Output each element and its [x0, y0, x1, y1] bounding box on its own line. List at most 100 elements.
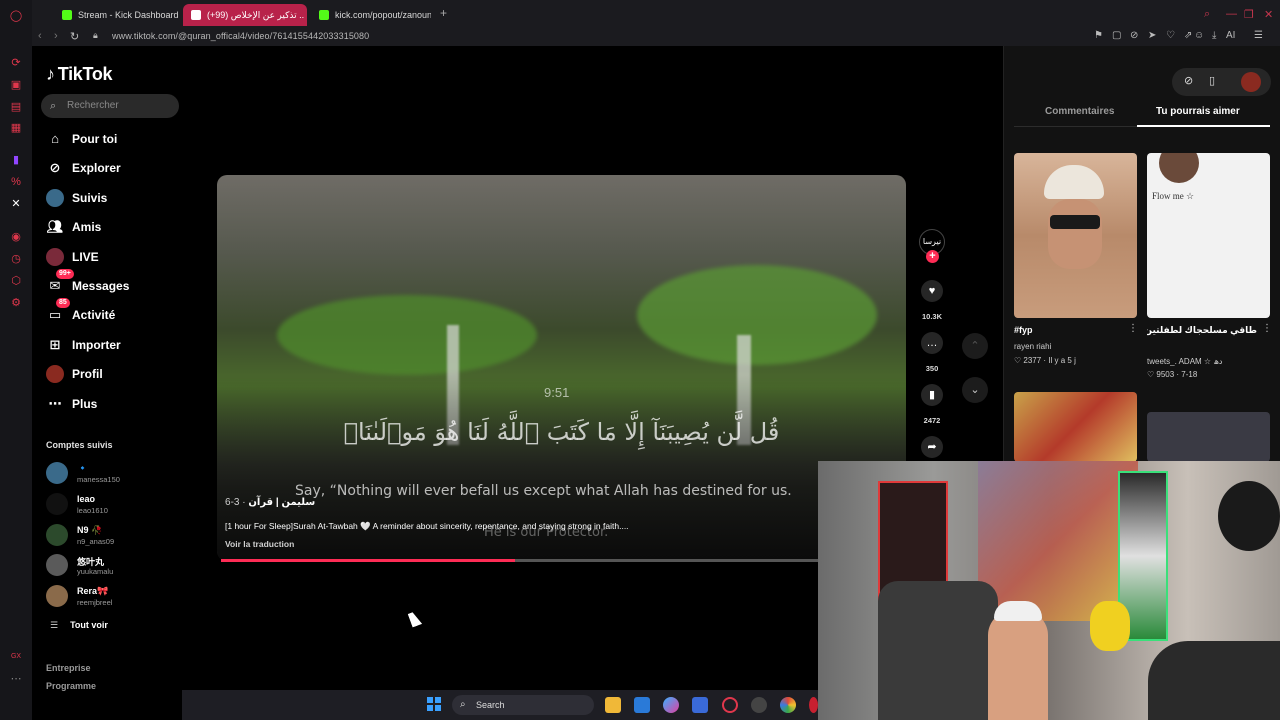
- profile-avatar-icon: [46, 365, 64, 383]
- tab-kick-popout[interactable]: kick.com/popout/zanouni/c: [311, 4, 431, 26]
- adblock-icon[interactable]: ⊘: [1130, 30, 1138, 41]
- nav-activity[interactable]: ▭ 85 Activité: [46, 298, 115, 326]
- translate-link[interactable]: Voir la traduction: [225, 539, 294, 549]
- footer-link[interactable]: Programme: [46, 681, 96, 691]
- video-timestamp: 9:51: [544, 385, 570, 400]
- more-options-icon[interactable]: ⋮: [1128, 323, 1138, 334]
- ai-icon[interactable]: AI: [1226, 30, 1235, 41]
- tab-kick-dashboard[interactable]: Stream - Kick Dashboard: [54, 4, 179, 26]
- gx-icon[interactable]: GX: [9, 650, 23, 664]
- opera-taskbar-icon[interactable]: [722, 697, 738, 713]
- video-progress-bar[interactable]: [221, 559, 821, 562]
- bookmark-icon[interactable]: ⚑: [1094, 30, 1103, 41]
- messenger-icon[interactable]: ▤: [9, 100, 23, 114]
- avatar: [46, 585, 68, 607]
- percent-icon[interactable]: %: [9, 175, 23, 189]
- tab-tiktok-active[interactable]: (+99) تذكير عن الإخلاص ..: [183, 4, 307, 26]
- search-tabs-icon[interactable]: ⌕: [1204, 8, 1210, 21]
- tiktok-logo[interactable]: ♪ TikTok: [46, 64, 113, 85]
- nav-profile[interactable]: Profil: [46, 363, 103, 385]
- extensions-icon[interactable]: ⬡: [9, 274, 23, 288]
- phone-icon[interactable]: ▯: [1209, 74, 1215, 87]
- maximize-icon[interactable]: ❐: [1244, 8, 1254, 21]
- video-player[interactable]: 9:51 قُل لَّن يُصِيبَنَآ إِلَّا مَا كَتَ…: [217, 175, 906, 561]
- bookmark-save-icon[interactable]: ▮: [921, 384, 943, 406]
- app-icon[interactable]: [809, 697, 818, 713]
- sidebar-more-icon[interactable]: ⋯: [9, 672, 23, 686]
- nav-explore[interactable]: ⊘ Explorer: [46, 157, 121, 179]
- like-icon[interactable]: ♥: [921, 280, 943, 302]
- opera-logo-icon[interactable]: ◯: [9, 9, 23, 23]
- recommended-video-thumbnail[interactable]: [1014, 153, 1137, 318]
- account-name: Rera🎀: [77, 586, 109, 596]
- settings-icon[interactable]: ⚙: [9, 296, 23, 310]
- video-description: [1 hour For Sleep]Surah At-Tawbah 🤍 A re…: [225, 521, 629, 531]
- nav-live[interactable]: LIVE: [46, 246, 99, 268]
- minimize-icon[interactable]: —: [1226, 8, 1237, 20]
- comment-icon[interactable]: …: [921, 332, 943, 354]
- snapshot-icon[interactable]: ▢: [1112, 30, 1121, 41]
- windows-start-icon[interactable]: [427, 697, 441, 711]
- twitch-icon[interactable]: ▮: [9, 153, 23, 167]
- recommended-video-thumbnail[interactable]: Flow me ☆: [1147, 153, 1270, 318]
- history-icon[interactable]: ◷: [9, 252, 23, 266]
- tab-comments[interactable]: Commentaires: [1045, 106, 1114, 117]
- profile-icon[interactable]: ☺: [1194, 30, 1204, 41]
- nav-following[interactable]: Suivis: [46, 187, 107, 209]
- back-icon[interactable]: ‹: [38, 30, 42, 42]
- player-icon[interactable]: ◉: [9, 230, 23, 244]
- close-window-icon[interactable]: ✕: [1264, 8, 1273, 21]
- url-field[interactable]: www.tiktok.com/@quran_offical4/video/761…: [112, 31, 369, 41]
- recommended-video-thumbnail[interactable]: [1014, 392, 1137, 462]
- more-options-icon[interactable]: ⋮: [1262, 323, 1272, 334]
- save-count: 2472: [923, 416, 941, 425]
- recommended-user[interactable]: rayen riahi: [1014, 342, 1124, 351]
- send-icon[interactable]: ➤: [1148, 30, 1156, 41]
- steam-icon[interactable]: [751, 697, 767, 713]
- vpn-icon[interactable]: ⇗: [1184, 30, 1192, 41]
- pinboard-icon[interactable]: ▦: [9, 121, 23, 135]
- download-icon[interactable]: ⤓: [1212, 30, 1216, 41]
- store-icon[interactable]: [634, 697, 650, 713]
- opera-sidebar: ◯ ⟳ ▣ ▤ ▦ ▮ % ✕ ◉ ◷ ⬡ ⚙ GX ⋯: [0, 0, 32, 720]
- next-video-icon[interactable]: ⌄: [962, 377, 988, 403]
- tab-recommended[interactable]: Tu pourrais aimer: [1156, 106, 1240, 117]
- nav-more[interactable]: ⋯ Plus: [46, 393, 98, 415]
- reload-icon[interactable]: ↻: [70, 30, 79, 43]
- progress-fill: [221, 559, 515, 562]
- heart-icon[interactable]: ♡: [1166, 30, 1175, 41]
- video-date: · 3-6: [225, 497, 249, 508]
- recommended-user[interactable]: tweets_. ADAM ☆ دھ: [1147, 357, 1257, 366]
- see-all-link[interactable]: ☰ Tout voir: [50, 620, 108, 631]
- share-icon[interactable]: ➦: [921, 436, 943, 458]
- user-avatar[interactable]: [1241, 72, 1261, 92]
- chrome-icon[interactable]: [780, 697, 796, 713]
- home-icon: ⌂: [51, 131, 59, 146]
- recommended-title[interactable]: طاقي مسلحجاك لطفلتين #تصميمي #تصميم فيدي…: [1147, 325, 1257, 336]
- taskbar-search[interactable]: ⌕ Search: [452, 695, 594, 715]
- live-icon: [46, 248, 64, 266]
- workspace-icon[interactable]: ▣: [9, 78, 23, 92]
- search-input[interactable]: ⌕ Rechercher: [41, 94, 179, 118]
- calculator-icon[interactable]: [692, 697, 708, 713]
- video-author[interactable]: سليمن | قرآن · 3-6: [225, 497, 315, 508]
- recommended-video-thumbnail[interactable]: [1147, 412, 1270, 462]
- previous-video-icon[interactable]: ⌃: [962, 333, 988, 359]
- nav-messages[interactable]: ✉ 99+ Messages: [46, 269, 129, 297]
- recommended-title[interactable]: #fyp: [1014, 325, 1124, 335]
- nav-for-you[interactable]: ⌂ Pour toi: [46, 128, 117, 150]
- x-icon[interactable]: ✕: [9, 197, 23, 211]
- nav-friends[interactable]: 👥︎ Amis: [46, 216, 102, 238]
- menu-icon[interactable]: ☰: [1254, 30, 1263, 41]
- forward-icon[interactable]: ›: [54, 30, 58, 42]
- compass-icon[interactable]: ⊘: [1184, 74, 1193, 87]
- footer-link[interactable]: Entreprise: [46, 663, 91, 673]
- follow-button[interactable]: +: [926, 250, 939, 263]
- like-count: 10.3K: [921, 312, 942, 321]
- nav-upload[interactable]: ⊞ Importer: [46, 334, 121, 356]
- webcam-overlay: [818, 461, 1280, 720]
- aria-icon[interactable]: ⟳: [9, 56, 23, 70]
- new-tab-button[interactable]: +: [440, 6, 447, 20]
- file-explorer-icon[interactable]: [605, 697, 621, 713]
- copilot-icon[interactable]: [663, 697, 679, 713]
